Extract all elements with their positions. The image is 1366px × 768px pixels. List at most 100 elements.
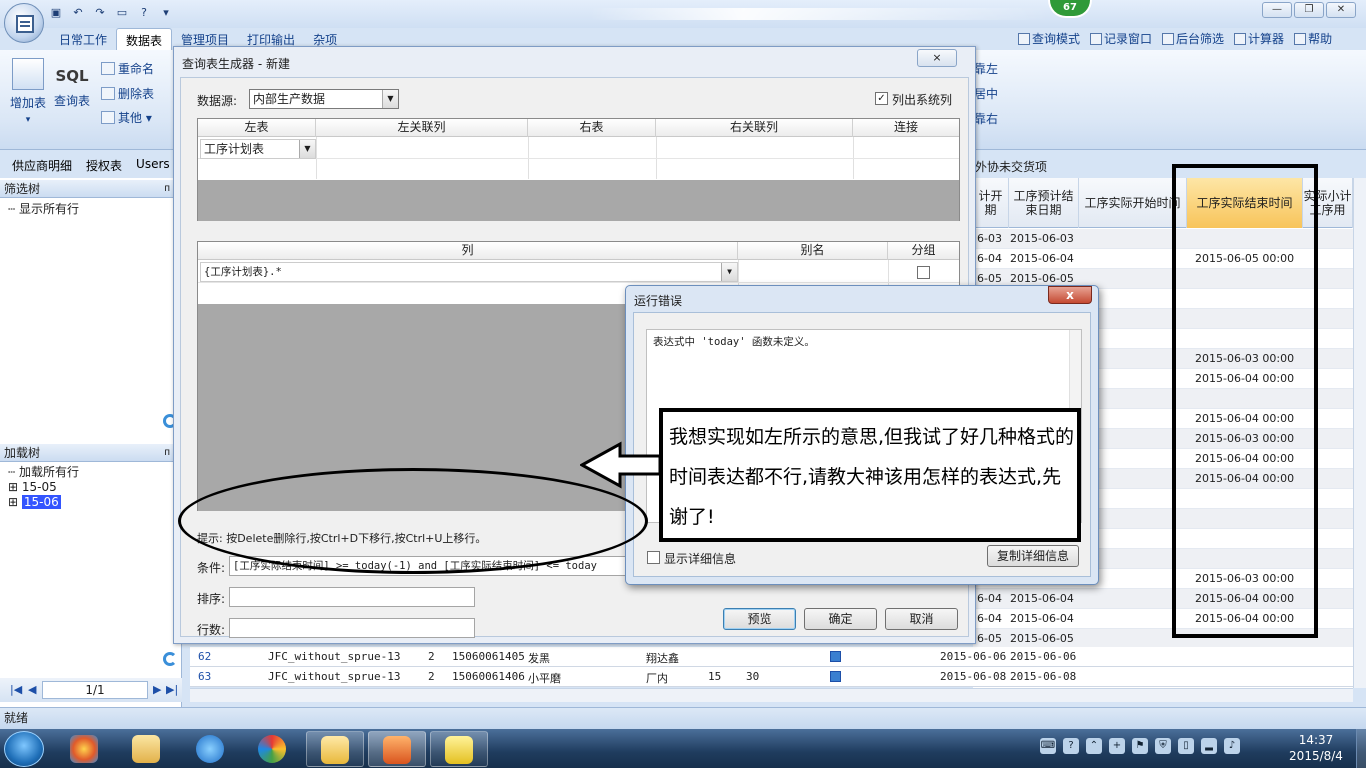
customize-qat-icon[interactable]: ▾ <box>158 4 174 20</box>
doc-tab-users[interactable]: Users <box>136 157 170 177</box>
help-icon[interactable]: ? <box>136 4 152 20</box>
record-window-button[interactable]: 记录窗口 <box>1090 30 1152 47</box>
close-window-button[interactable]: ✕ <box>1326 2 1356 18</box>
show-details-checkbox[interactable] <box>647 551 660 564</box>
first-page-button[interactable]: |◀ <box>10 683 22 696</box>
app-menu-button[interactable] <box>4 3 44 43</box>
background-filter-button[interactable]: 后台筛选 <box>1162 30 1224 47</box>
cell-start: 6-04 <box>977 252 1002 265</box>
checkbox-icon[interactable] <box>830 671 841 682</box>
show-desktop-button[interactable] <box>1356 729 1366 768</box>
rename-icon <box>101 62 115 75</box>
cell-start: 6-04 <box>977 612 1002 625</box>
col-actual-start[interactable]: 工序实际开始时间 <box>1079 178 1187 228</box>
align-right-button[interactable]: 靠右 <box>974 110 998 127</box>
chevron-icon[interactable]: ⌃ <box>1086 738 1102 754</box>
horizontal-scrollbar[interactable] <box>190 688 1353 702</box>
ok-button[interactable]: 确定 <box>804 608 877 630</box>
taskbar-ie[interactable] <box>182 731 240 767</box>
tab-daily-work[interactable]: 日常工作 <box>50 28 116 50</box>
mail-icon <box>321 736 349 764</box>
dialog-close-button[interactable]: × <box>917 49 957 67</box>
rows-input[interactable] <box>229 618 475 638</box>
error-close-button[interactable]: x <box>1048 286 1092 304</box>
pin-icon[interactable]: ᴨ <box>164 444 170 462</box>
next-page-button[interactable]: ▶ <box>153 683 161 696</box>
list-system-columns-checkbox[interactable]: ✓ <box>875 92 888 105</box>
tree-item-load-all[interactable]: ┄ 加载所有行 <box>8 465 79 480</box>
taskbar-explorer[interactable] <box>118 731 176 767</box>
left-table-select[interactable]: 工序计划表 ▼ <box>200 139 316 159</box>
preview-button[interactable]: 预览 <box>723 608 796 630</box>
calculator-button[interactable]: 计算器 <box>1234 30 1284 47</box>
col-right-column: 右关联列 <box>656 119 853 137</box>
app-icon <box>258 735 286 763</box>
query-table-button[interactable]: SQL 查询表 <box>54 60 90 109</box>
rename-button[interactable]: 重命名 <box>101 60 154 77</box>
refresh-icon[interactable] <box>163 652 177 666</box>
pin-icon[interactable]: ᴨ <box>164 180 170 198</box>
browser-icon <box>196 735 224 763</box>
cancel-button[interactable]: 取消 <box>885 608 958 630</box>
delete-table-button[interactable]: 删除表 <box>101 85 154 102</box>
col-plan-start[interactable]: 计开期 <box>973 178 1009 228</box>
column-expression-select[interactable]: {工序计划表}.* ▼ <box>200 262 738 282</box>
align-center-button[interactable]: 居中 <box>974 85 998 102</box>
prev-page-button[interactable]: ◀ <box>28 683 36 696</box>
load-tree: ┄ 加载所有行 ⊞ 15-05 ⊞ 15-06 <box>8 465 79 510</box>
taskbar-app-3[interactable] <box>306 731 364 767</box>
flag-icon[interactable]: ⚑ <box>1132 738 1148 754</box>
sort-input[interactable] <box>229 587 475 607</box>
align-left-button[interactable]: 靠左 <box>974 60 998 77</box>
volume-icon[interactable]: ♪ <box>1224 738 1240 754</box>
undo-icon[interactable]: ↶ <box>70 4 86 20</box>
help-button[interactable]: 帮助 <box>1294 30 1332 47</box>
last-page-button[interactable]: ▶| <box>166 683 178 696</box>
taskbar-app-4[interactable] <box>368 731 426 767</box>
start-button[interactable] <box>4 731 44 767</box>
doc-tab-outsourced[interactable]: 外协未交货项 <box>975 158 1047 175</box>
network-icon[interactable]: ▂ <box>1201 738 1217 754</box>
error-dialog-title: 运行错误 <box>634 294 683 308</box>
taskbar-app-1[interactable] <box>56 731 114 767</box>
taskbar-app-5[interactable] <box>430 731 488 767</box>
tree-item-15-05[interactable]: ⊞ 15-05 <box>8 480 79 495</box>
tree-item-15-06[interactable]: ⊞ 15-06 <box>8 495 79 510</box>
add-table-button[interactable]: 增加表 ▾ <box>10 58 46 125</box>
copy-details-button[interactable]: 复制详细信息 <box>987 545 1079 567</box>
checkbox-icon[interactable] <box>830 651 841 662</box>
device-icon[interactable]: ▯ <box>1178 738 1194 754</box>
tab-data-table[interactable]: 数据表 <box>116 28 173 50</box>
tree-item-show-all[interactable]: ┄ 显示所有行 <box>8 202 79 217</box>
shield-icon[interactable]: ⛨ <box>1155 738 1171 754</box>
query-mode-button[interactable]: 查询模式 <box>1018 30 1080 47</box>
col-plan-end[interactable]: 工序预计结束日期 <box>1009 178 1079 228</box>
plus-icon[interactable]: + <box>1109 738 1125 754</box>
taskbar-app-2[interactable] <box>244 731 302 767</box>
minimize-button[interactable]: — <box>1262 2 1292 18</box>
doc-tab-supplier[interactable]: 供应商明细 <box>12 157 72 177</box>
save-icon[interactable]: ▣ <box>48 4 64 20</box>
app-icon <box>16 15 34 33</box>
app-icon <box>70 735 98 763</box>
keyboard-icon[interactable]: ⌨ <box>1040 738 1056 754</box>
help-icon <box>445 736 473 764</box>
maximize-button[interactable]: ❐ <box>1294 2 1324 18</box>
page-indicator[interactable]: 1/1 <box>42 681 148 699</box>
dialog-title: 查询表生成器 - 新建 <box>182 57 290 71</box>
group-checkbox[interactable] <box>917 266 930 279</box>
doc-tab-auth[interactable]: 授权表 <box>86 157 122 177</box>
col-join: 连接 <box>893 120 918 134</box>
form-icon[interactable]: ▭ <box>114 4 130 20</box>
chevron-down-icon: ▼ <box>299 140 315 158</box>
datasource-label: 数据源: <box>197 94 238 108</box>
help-icon[interactable]: ? <box>1063 738 1079 754</box>
redo-icon[interactable]: ↷ <box>92 4 108 20</box>
other-button[interactable]: 其他 ▾ <box>101 109 152 126</box>
cell-start: 6-04 <box>977 592 1002 605</box>
table-row[interactable]: 62 JFC_without_sprue-13 2 15060061405 发黑… <box>190 647 1353 667</box>
vertical-scrollbar[interactable] <box>1353 178 1366 688</box>
clock[interactable]: 14:37 2015/8/4 <box>1286 732 1346 764</box>
datasource-select[interactable]: 内部生产数据 ▼ <box>249 89 399 109</box>
table-row[interactable]: 63 JFC_without_sprue-13 2 15060061406 小平… <box>190 667 1353 687</box>
